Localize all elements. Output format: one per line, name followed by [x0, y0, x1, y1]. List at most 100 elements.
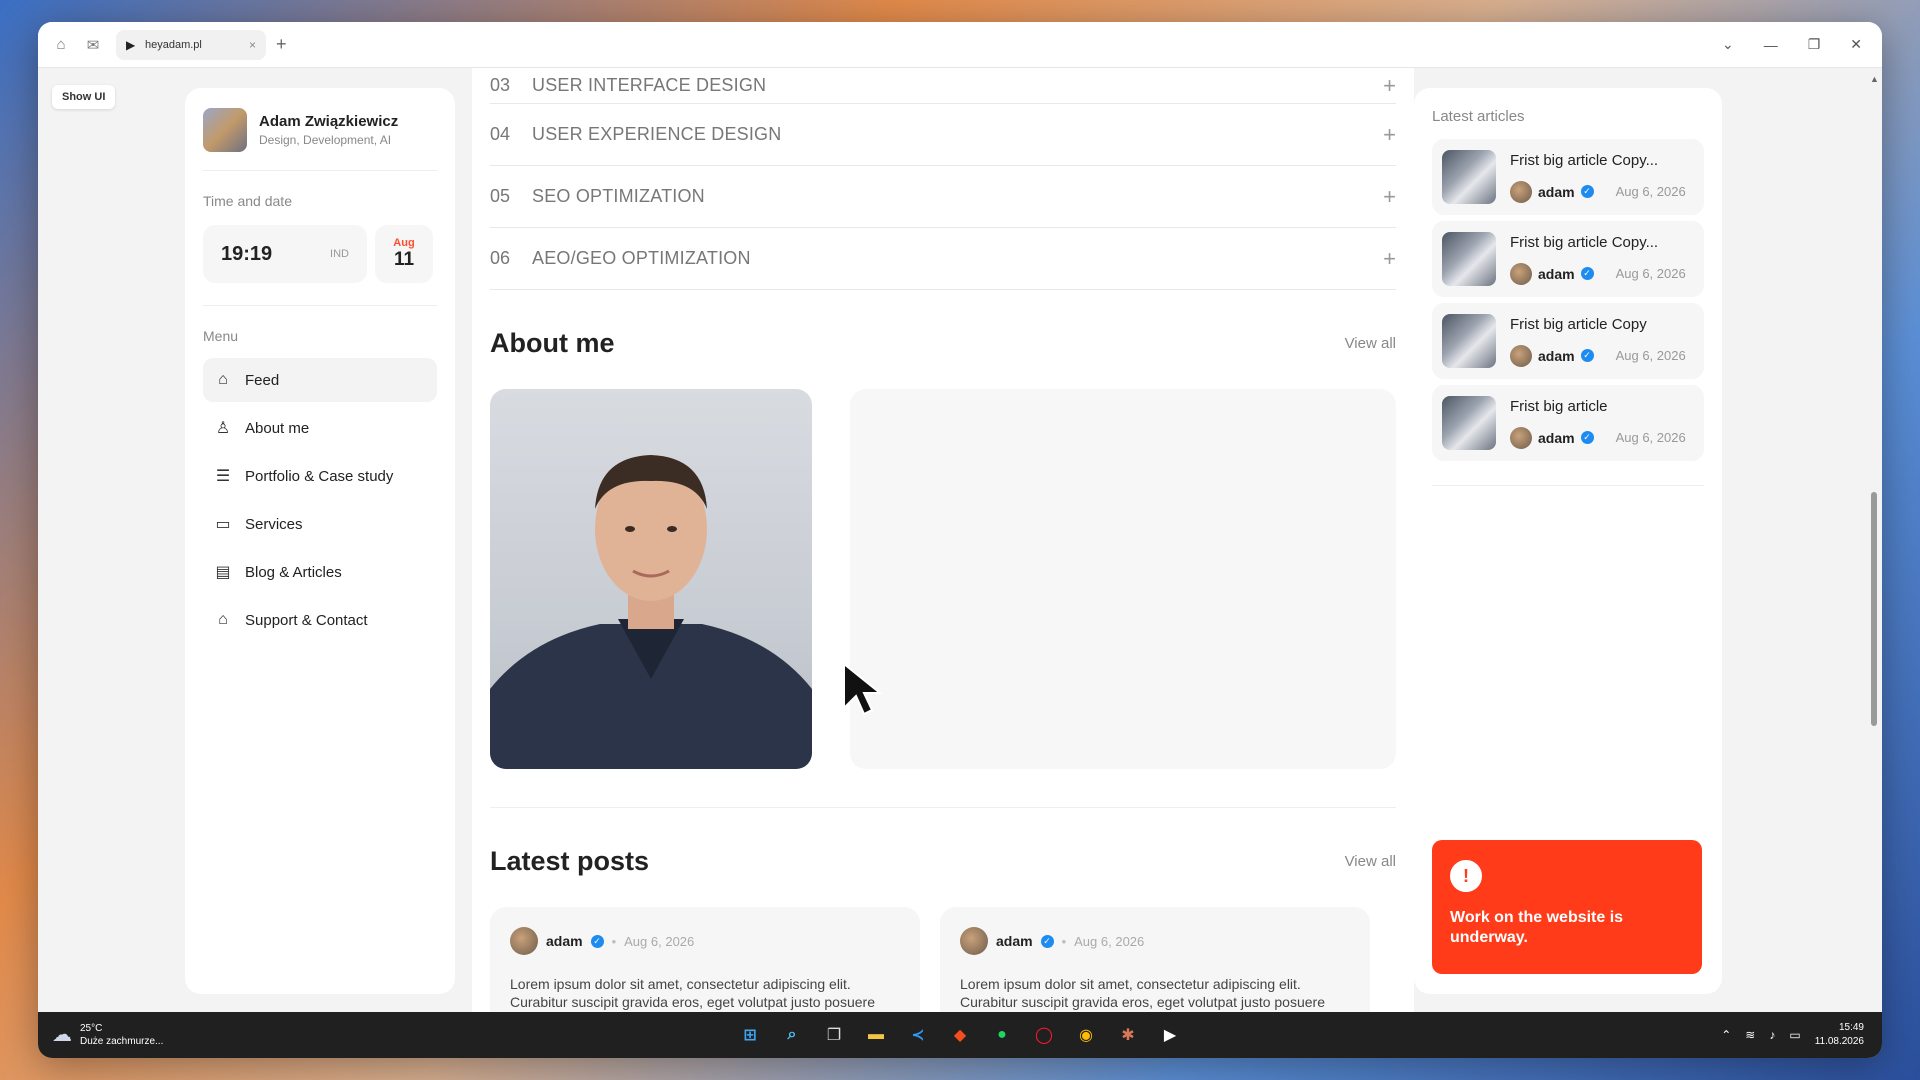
posts-view-all-link[interactable]: View all	[1345, 853, 1396, 870]
taskbar-clock[interactable]: 15:49 11.08.2026	[1815, 1021, 1864, 1049]
avatar	[1510, 180, 1532, 203]
spotify-icon[interactable]: ●	[990, 1023, 1014, 1047]
separator-dot: •	[1061, 933, 1067, 949]
windows-start-icon[interactable]: ⊞	[738, 1023, 762, 1047]
posts-title: Latest posts	[490, 846, 650, 876]
framer-icon[interactable]: ▶	[1158, 1023, 1182, 1047]
post-card[interactable]: adam ✓ • Aug 6, 2026 Lorem ipsum dolor s…	[490, 907, 920, 1027]
profile: Adam Związkiewicz Design, Development, A…	[203, 108, 437, 171]
menu: ⌂ Feed ♙ About me ☰ Portfolio & Case stu…	[203, 358, 437, 642]
close-icon[interactable]: ✕	[1850, 36, 1862, 53]
clock-time: 19:19	[221, 242, 273, 265]
post-date: Aug 6, 2026	[624, 933, 695, 949]
article-date: Aug 6, 2026	[1615, 430, 1686, 445]
alert-text: Work on the website is underway.	[1450, 909, 1624, 946]
close-tab-icon[interactable]: ×	[249, 38, 256, 52]
plus-icon[interactable]: +	[1383, 122, 1396, 148]
verified-icon: ✓	[1580, 349, 1594, 362]
clock-zone: IND	[330, 248, 349, 260]
about-view-all-link[interactable]: View all	[1345, 335, 1396, 352]
menu-item-support[interactable]: ⌂ Support & Contact	[203, 598, 437, 642]
article-author: adam	[1538, 429, 1575, 446]
service-title: AEO/GEO OPTIMIZATION	[532, 248, 751, 268]
menu-item-label: Portfolio & Case study	[245, 467, 394, 485]
battery-icon[interactable]: ▭	[1789, 1028, 1800, 1042]
chevron-up-icon[interactable]: ⌃	[1721, 1028, 1731, 1042]
post-card[interactable]: adam ✓ • Aug 6, 2026 Lorem ipsum dolor s…	[940, 907, 1370, 1027]
figma-icon[interactable]: ◆	[948, 1023, 972, 1047]
about-section	[490, 389, 1396, 808]
post-excerpt: Lorem ipsum dolor sit amet, consectetur …	[960, 976, 1325, 1010]
claude-icon[interactable]: ✱	[1116, 1023, 1140, 1047]
article-date: Aug 6, 2026	[1615, 348, 1686, 363]
weather-desc: Duże zachmurze...	[80, 1036, 164, 1047]
service-row[interactable]: 05 SEO OPTIMIZATION +	[490, 166, 1396, 228]
plus-icon[interactable]: +	[1383, 184, 1396, 210]
window-controls: ⌄ — ❐ ✕	[1722, 36, 1882, 53]
article-item[interactable]: Frist big article Copy adam ✓ Aug 6, 202…	[1432, 303, 1704, 379]
profile-subtitle: Design, Development, AI	[259, 133, 392, 147]
post-date: Aug 6, 2026	[1074, 933, 1145, 949]
article-thumbnail	[1442, 314, 1496, 368]
laptop-icon: ▭	[215, 516, 231, 533]
support-icon: ⌂	[218, 611, 228, 628]
new-tab-button[interactable]: +	[276, 34, 287, 55]
plus-icon[interactable]: +	[1383, 246, 1396, 272]
framer-icon: ▶	[126, 37, 136, 52]
browser-tab[interactable]: ▶ heyadam.pl ×	[116, 29, 266, 60]
menu-item-about[interactable]: ♙ About me	[203, 406, 437, 450]
service-row[interactable]: 04 USER EXPERIENCE DESIGN +	[490, 104, 1396, 166]
restore-icon[interactable]: ❐	[1808, 36, 1821, 53]
clock-time: 15:49	[1838, 1022, 1864, 1033]
article-meta: adam ✓ Aug 6, 2026	[1510, 344, 1694, 367]
latest-articles-title: Latest articles	[1432, 108, 1525, 125]
about-title: About me	[490, 328, 615, 358]
menu-item-portfolio[interactable]: ☰ Portfolio & Case study	[203, 454, 437, 498]
portrait-photo	[490, 389, 812, 769]
date-day: 11	[393, 249, 415, 270]
tab-title: heyadam.pl	[145, 38, 202, 51]
service-number: 03	[490, 75, 511, 95]
home-icon[interactable]: ⌂	[52, 36, 70, 54]
post-excerpt: Lorem ipsum dolor sit amet, consectetur …	[510, 976, 875, 1010]
scroll-up-icon[interactable]: ▲	[1870, 74, 1879, 84]
article-meta: adam ✓ Aug 6, 2026	[1510, 180, 1694, 203]
file-explorer-icon[interactable]: ▬	[864, 1023, 888, 1047]
system-tray: ⌃ ≋ ♪ ▭ 15:49 11.08.2026	[1721, 1021, 1882, 1049]
task-view-icon[interactable]: ❐	[822, 1023, 846, 1047]
page-scrollbar[interactable]: ▲ ▼	[1870, 74, 1879, 1034]
about-header: About me View all	[490, 328, 1396, 359]
date-month: Aug	[393, 237, 415, 249]
taskbar: ☁ 25°C Duże zachmurze... ⊞ ⌕ ❐ ▬ ≺ ◆ ● ◯…	[38, 1012, 1882, 1058]
menu-item-blog[interactable]: ▤ Blog & Articles	[203, 550, 437, 594]
service-row[interactable]: 03 USER INTERFACE DESIGN +	[490, 68, 1396, 104]
wifi-icon[interactable]: ≋	[1745, 1028, 1755, 1042]
volume-icon[interactable]: ♪	[1769, 1028, 1775, 1042]
search-icon[interactable]: ⌕	[780, 1023, 804, 1047]
service-row[interactable]: 06 AEO/GEO OPTIMIZATION +	[490, 228, 1396, 290]
article-author: adam	[1538, 265, 1575, 282]
avatar	[1510, 426, 1532, 449]
menu-item-feed[interactable]: ⌂ Feed	[203, 358, 437, 402]
minimize-icon[interactable]: —	[1764, 37, 1778, 53]
plus-icon[interactable]: +	[1383, 73, 1396, 99]
document-icon: ▤	[215, 564, 231, 581]
article-item[interactable]: Frist big article Copy... adam ✓ Aug 6, …	[1432, 139, 1704, 215]
article-item[interactable]: Frist big article Copy... adam ✓ Aug 6, …	[1432, 221, 1704, 297]
menu-item-label: Blog & Articles	[245, 563, 342, 581]
article-thumbnail	[1442, 150, 1496, 204]
mouse-cursor-icon	[843, 662, 883, 716]
show-ui-button[interactable]: Show UI	[52, 85, 116, 109]
inbox-icon[interactable]: ✉	[84, 36, 102, 54]
article-item[interactable]: Frist big article adam ✓ Aug 6, 2026	[1432, 385, 1704, 461]
article-thumbnail	[1442, 232, 1496, 286]
clock-date: 11.08.2026	[1814, 1036, 1864, 1047]
opera-icon[interactable]: ◯	[1032, 1023, 1056, 1047]
vscode-icon[interactable]: ≺	[906, 1023, 930, 1047]
chrome-icon[interactable]: ◉	[1074, 1023, 1098, 1047]
weather-widget[interactable]: ☁ 25°C Duże zachmurze...	[52, 1022, 163, 1048]
right-sidebar: Latest articles Frist big article Copy..…	[1414, 88, 1722, 994]
menu-item-services[interactable]: ▭ Services	[203, 502, 437, 546]
scroll-thumb[interactable]	[1871, 492, 1877, 726]
chevron-down-icon[interactable]: ⌄	[1722, 36, 1734, 53]
